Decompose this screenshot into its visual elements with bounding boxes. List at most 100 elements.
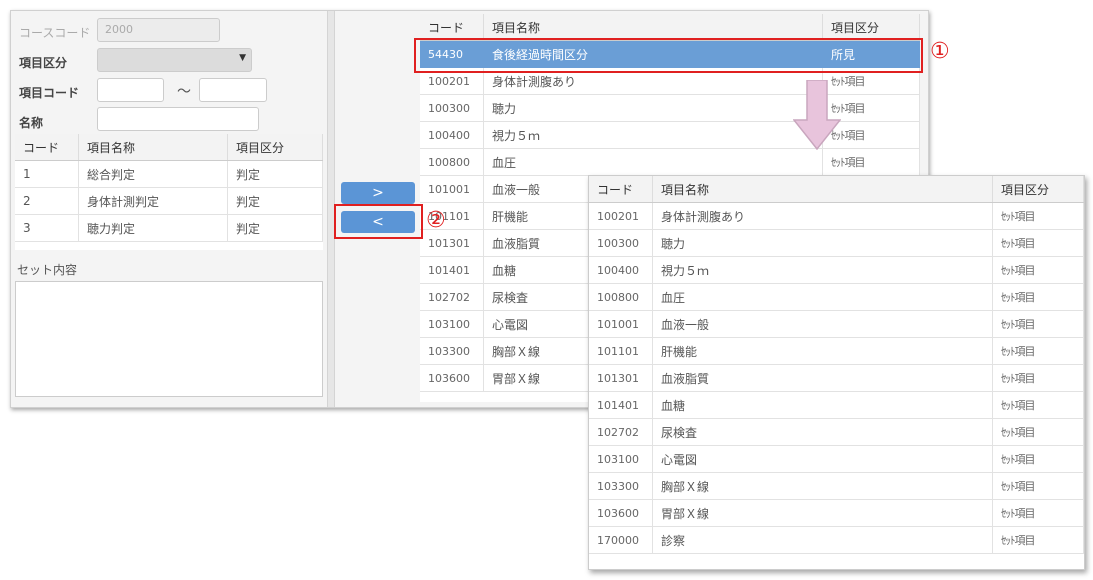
cell-code: 3 <box>15 214 79 242</box>
cell-kind: ｾｯﾄ項目 <box>992 472 1084 500</box>
table-row[interactable]: 1 総合判定 判定 <box>15 160 323 188</box>
cell-code: 103600 <box>420 364 484 392</box>
annotation-marker-1: ① <box>930 39 950 64</box>
col-kind[interactable]: 項目区分 <box>227 134 323 161</box>
cell-code: 2 <box>15 187 79 215</box>
cell-kind: ｾｯﾄ項目 <box>992 202 1084 230</box>
cell-kind: ｾｯﾄ項目 <box>992 391 1084 419</box>
cell-name: 総合判定 <box>78 160 228 188</box>
cell-code: 100400 <box>589 256 653 284</box>
cell-kind: ｾｯﾄ項目 <box>992 310 1084 338</box>
cell-kind: ｾｯﾄ項目 <box>822 148 920 176</box>
table-row[interactable]: 100400 視力５ｍ ｾｯﾄ項目 <box>589 256 1084 284</box>
cell-kind: ｾｯﾄ項目 <box>992 418 1084 446</box>
set-contents-textarea[interactable] <box>15 281 323 397</box>
table-row[interactable]: 100300 聴力 ｾｯﾄ項目 <box>589 229 1084 257</box>
item-code-from-input[interactable] <box>97 78 164 102</box>
table-row[interactable]: 100800 血圧 ｾｯﾄ項目 <box>589 283 1084 311</box>
cell-code: 102702 <box>589 418 653 446</box>
down-arrow-icon <box>793 80 841 150</box>
cell-code: 1 <box>15 160 79 188</box>
course-code-input[interactable]: 2000 <box>97 18 220 42</box>
cell-code: 100800 <box>589 283 653 311</box>
table-row[interactable]: 170000 診察 ｾｯﾄ項目 <box>589 526 1084 554</box>
cell-code: 170000 <box>589 526 653 554</box>
left-item-table: コード 項目名称 項目区分 1 総合判定 判定 2 身体計測判定 判定 3 聴力… <box>15 134 323 242</box>
cell-name: 血圧 <box>483 148 823 176</box>
annotation-marker-2: ② <box>426 208 446 233</box>
item-type-select[interactable]: ▼ <box>97 48 252 72</box>
add-item-button[interactable]: > <box>341 182 415 204</box>
col-name[interactable]: 項目名称 <box>652 176 993 203</box>
cell-name: 視力５ｍ <box>483 121 823 149</box>
cell-code: 100201 <box>589 202 653 230</box>
cell-name: 胃部Ｘ線 <box>652 499 993 527</box>
col-kind[interactable]: 項目区分 <box>992 176 1084 203</box>
cell-kind: ｾｯﾄ項目 <box>992 256 1084 284</box>
col-code[interactable]: コード <box>15 134 79 161</box>
table-row[interactable]: 101401 血糖 ｾｯﾄ項目 <box>589 391 1084 419</box>
cell-kind: ｾｯﾄ項目 <box>992 229 1084 257</box>
table-row[interactable]: 100800 血圧 ｾｯﾄ項目 <box>420 148 920 176</box>
cell-kind: 判定 <box>227 187 323 215</box>
table-row[interactable]: 102702 尿検査 ｾｯﾄ項目 <box>589 418 1084 446</box>
cell-name: 聴力判定 <box>78 214 228 242</box>
cell-code: 101301 <box>420 229 484 257</box>
cell-name: 胸部Ｘ線 <box>652 472 993 500</box>
table-row[interactable]: 101001 血液一般 ｾｯﾄ項目 <box>589 310 1084 338</box>
table-row[interactable]: 103100 心電図 ｾｯﾄ項目 <box>589 445 1084 473</box>
chevron-down-icon: ▼ <box>239 53 246 63</box>
table-row[interactable]: 101101 肝機能 ｾｯﾄ項目 <box>589 337 1084 365</box>
course-code-label: コースコード <box>19 26 91 40</box>
cell-kind: ｾｯﾄ項目 <box>992 526 1084 554</box>
highlight-box-2 <box>334 204 423 239</box>
cell-code: 100800 <box>420 148 484 176</box>
cell-name: 血液一般 <box>652 310 993 338</box>
cell-code: 100400 <box>420 121 484 149</box>
cell-name: 心電図 <box>652 445 993 473</box>
cell-code: 101401 <box>589 391 653 419</box>
cell-code: 100300 <box>589 229 653 257</box>
table-row[interactable]: 100201 身体計測腹あり ｾｯﾄ項目 <box>589 202 1084 230</box>
cell-name: 視力５ｍ <box>652 256 993 284</box>
table-row[interactable]: 103300 胸部Ｘ線 ｾｯﾄ項目 <box>589 472 1084 500</box>
cell-kind: ｾｯﾄ項目 <box>992 499 1084 527</box>
table-row[interactable]: 100300 聴力 ｾｯﾄ項目 <box>420 94 920 122</box>
cell-kind: 判定 <box>227 160 323 188</box>
cell-code: 103100 <box>589 445 653 473</box>
cell-name: 血液脂質 <box>652 364 993 392</box>
cell-name: 身体計測腹あり <box>652 202 993 230</box>
col-code[interactable]: コード <box>420 14 484 41</box>
item-type-label: 項目区分 <box>19 56 68 70</box>
item-code-label: 項目コード <box>19 86 80 100</box>
cell-code: 100300 <box>420 94 484 122</box>
cell-kind: ｾｯﾄ項目 <box>992 337 1084 365</box>
cell-name: 身体計測判定 <box>78 187 228 215</box>
col-code[interactable]: コード <box>589 176 653 203</box>
result-list-panel: コード 項目名称 項目区分 100201 身体計測腹あり ｾｯﾄ項目 100300 聴… <box>588 175 1085 570</box>
cell-name: 血糖 <box>652 391 993 419</box>
item-code-to-input[interactable] <box>199 78 267 102</box>
set-contents-label: セット内容 <box>17 263 78 277</box>
cell-code: 103600 <box>589 499 653 527</box>
table-row[interactable]: 100400 視力５ｍ ｾｯﾄ項目 <box>420 121 920 149</box>
table-row[interactable]: 3 聴力判定 判定 <box>15 214 323 242</box>
cell-kind: ｾｯﾄ項目 <box>992 283 1084 311</box>
cell-code: 103300 <box>420 337 484 365</box>
col-name[interactable]: 項目名称 <box>78 134 228 161</box>
name-input[interactable] <box>97 107 259 131</box>
cell-code: 103100 <box>420 310 484 338</box>
cell-code: 102702 <box>420 283 484 311</box>
col-name[interactable]: 項目名称 <box>483 14 823 41</box>
cell-name: 尿検査 <box>652 418 993 446</box>
cell-kind: ｾｯﾄ項目 <box>992 445 1084 473</box>
col-kind[interactable]: 項目区分 <box>822 14 920 41</box>
cell-kind: ｾｯﾄ項目 <box>992 364 1084 392</box>
table-row[interactable]: 2 身体計測判定 判定 <box>15 187 323 215</box>
cell-name: 診察 <box>652 526 993 554</box>
cell-code: 101001 <box>420 175 484 203</box>
table-row[interactable]: 103600 胃部Ｘ線 ｾｯﾄ項目 <box>589 499 1084 527</box>
result-item-table: コード 項目名称 項目区分 100201 身体計測腹あり ｾｯﾄ項目 100300 聴… <box>589 176 1084 554</box>
cell-code: 101001 <box>589 310 653 338</box>
table-row[interactable]: 101301 血液脂質 ｾｯﾄ項目 <box>589 364 1084 392</box>
